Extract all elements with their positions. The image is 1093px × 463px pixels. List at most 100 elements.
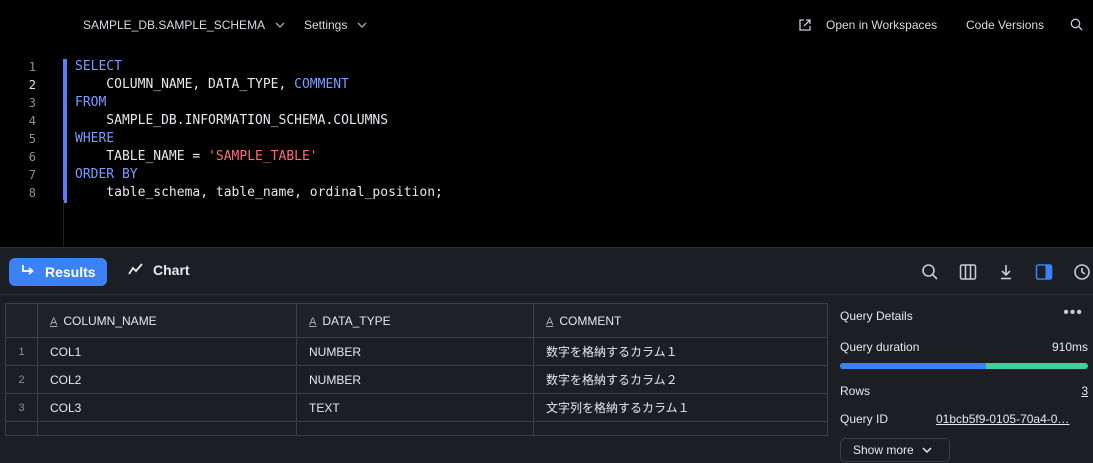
line-number: 6	[28, 150, 36, 164]
query-details-title: Query Details	[840, 309, 913, 323]
code-text: TABLE_NAME =	[75, 149, 209, 164]
return-arrow-icon	[21, 264, 45, 281]
line-number-gutter: 1 2 3 4 5 6 7 8	[0, 58, 40, 202]
results-tab-label: Results	[45, 264, 96, 280]
row-index: 3	[5, 393, 38, 422]
keyword: ORDER BY	[75, 167, 138, 182]
cell-comment[interactable]: 数字を格納するカラム１	[533, 337, 828, 366]
open-in-workspaces-label: Open in Workspaces	[826, 18, 938, 32]
cell-comment[interactable]: 文字列を格納するカラム１	[533, 393, 828, 422]
line-number: 7	[28, 168, 36, 182]
table-row[interactable]: 1 COL1 NUMBER 数字を格納するカラム１	[5, 337, 828, 366]
cell-column-name[interactable]: COL1	[37, 337, 297, 366]
code-text: table_schema, table_name, ordinal_positi…	[75, 185, 443, 200]
code-line: SAMPLE_DB.INFORMATION_SCHEMA.COLUMNS	[75, 112, 443, 130]
row-index: 2	[5, 365, 38, 394]
chart-tab[interactable]: Chart	[128, 262, 190, 278]
text-type-icon: A	[546, 315, 554, 328]
query-id-link[interactable]: 01bcb5f9-0105-70a4-0…	[936, 412, 1086, 426]
sql-editor[interactable]: 1 2 3 4 5 6 7 8 SELECT COLUMN_NAME, DATA…	[0, 50, 1093, 247]
query-duration-label: Query duration	[840, 340, 920, 354]
string-literal: 'SAMPLE_TABLE'	[208, 149, 318, 164]
search-button[interactable]	[1070, 18, 1083, 31]
column-header-column-name[interactable]: A COLUMN_NAME	[37, 303, 297, 338]
download-icon[interactable]	[997, 263, 1015, 281]
code-line: TABLE_NAME = 'SAMPLE_TABLE'	[75, 148, 443, 166]
chevron-down-icon	[357, 22, 367, 28]
cell-data-type[interactable]: NUMBER	[296, 365, 534, 394]
text-type-icon: A	[309, 315, 317, 328]
code-text: COLUMN_NAME, DATA_TYPE,	[75, 77, 295, 92]
code-versions-button[interactable]: Code Versions	[966, 18, 1044, 32]
query-duration-bar	[840, 363, 1088, 369]
statement-selection-bar	[63, 59, 67, 203]
chevron-down-icon	[275, 22, 285, 28]
line-number: 3	[28, 96, 36, 110]
context-label: SAMPLE_DB.SAMPLE_SCHEMA	[83, 18, 266, 32]
results-toolbar: Results Chart	[0, 247, 1093, 295]
row-index: 1	[5, 337, 38, 366]
table-row[interactable]: 2 COL2 NUMBER 数字を格納するカラム２	[5, 365, 828, 394]
cell-comment[interactable]: 数字を格納するカラム２	[533, 365, 828, 394]
code-line: ORDER BY	[75, 166, 443, 184]
empty-table-row	[5, 421, 828, 436]
results-table: A COLUMN_NAME A DATA_TYPE A COMMENT 1 COL1 …	[5, 303, 828, 436]
code-text: SAMPLE_DB.INFORMATION_SCHEMA.COLUMNS	[75, 113, 389, 128]
side-panel-toggle-icon[interactable]	[1035, 263, 1053, 281]
code-line: SELECT	[75, 58, 443, 76]
code-line: WHERE	[75, 130, 443, 148]
column-header-label: DATA_TYPE	[322, 313, 391, 328]
rows-label: Rows	[840, 384, 871, 398]
query-duration-value: 910ms	[1051, 340, 1088, 354]
table-header-row: A COLUMN_NAME A DATA_TYPE A COMMENT	[5, 303, 828, 338]
table-row[interactable]: 3 COL3 TEXT 文字列を格納するカラム１	[5, 393, 828, 422]
open-in-workspaces-button[interactable]: Open in Workspaces	[798, 18, 937, 32]
keyword: WHERE	[75, 131, 115, 146]
results-tab[interactable]: Results	[9, 258, 107, 286]
search-results-icon[interactable]	[921, 263, 939, 281]
editor-divider	[63, 200, 64, 247]
text-type-icon: A	[50, 315, 58, 328]
keyword: SELECT	[75, 59, 122, 74]
external-link-icon	[798, 18, 812, 32]
settings-menu[interactable]: Settings	[304, 18, 367, 32]
query-duration-bar-fill	[840, 363, 987, 369]
rows-value-link[interactable]: 3	[1081, 384, 1088, 398]
line-number: 8	[28, 186, 36, 200]
chevron-down-icon	[922, 445, 932, 456]
line-number: 1	[28, 60, 36, 74]
query-id-label: Query ID	[840, 412, 889, 426]
cell-data-type[interactable]: NUMBER	[296, 337, 534, 366]
code-content[interactable]: SELECT COLUMN_NAME, DATA_TYPE, COMMENT F…	[75, 58, 443, 202]
settings-label: Settings	[304, 18, 348, 32]
cell-column-name[interactable]: COL2	[37, 365, 297, 394]
cell-data-type[interactable]: TEXT	[296, 393, 534, 422]
results-grid-area: A COLUMN_NAME A DATA_TYPE A COMMENT 1 COL1 …	[0, 295, 832, 463]
clock-icon[interactable]	[1073, 263, 1091, 281]
query-details-panel: Query Details ••• Query duration 910ms R…	[832, 295, 1093, 463]
line-chart-icon	[128, 262, 153, 278]
line-number: 2	[28, 78, 36, 92]
keyword: COMMENT	[294, 77, 349, 92]
column-header-comment[interactable]: A COMMENT	[533, 303, 828, 338]
editor-topbar: SAMPLE_DB.SAMPLE_SCHEMA Settings Open in…	[0, 0, 1093, 50]
column-header-data-type[interactable]: A DATA_TYPE	[296, 303, 534, 338]
columns-icon[interactable]	[959, 263, 977, 281]
column-header-label: COMMENT	[559, 313, 622, 328]
show-more-button[interactable]: Show more	[840, 438, 950, 462]
search-icon	[1070, 18, 1083, 31]
show-more-label: Show more	[853, 443, 914, 457]
line-number: 5	[28, 132, 36, 146]
code-line: table_schema, table_name, ordinal_positi…	[75, 184, 443, 202]
context-selector[interactable]: SAMPLE_DB.SAMPLE_SCHEMA	[83, 18, 285, 32]
line-number: 4	[28, 114, 36, 128]
row-index-header	[5, 303, 38, 338]
chart-tab-label: Chart	[153, 262, 190, 278]
column-header-label: COLUMN_NAME	[63, 313, 157, 328]
code-line: COLUMN_NAME, DATA_TYPE, COMMENT	[75, 76, 443, 94]
more-options-icon[interactable]: •••	[1063, 304, 1083, 322]
code-line: FROM	[75, 94, 443, 112]
keyword: FROM	[75, 95, 107, 110]
cell-column-name[interactable]: COL3	[37, 393, 297, 422]
code-versions-label: Code Versions	[966, 18, 1045, 32]
